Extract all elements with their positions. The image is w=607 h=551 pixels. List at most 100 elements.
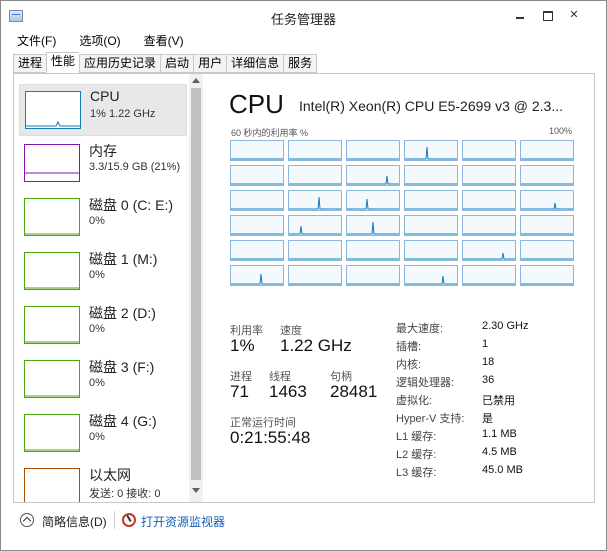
spec-value: 45.0 MB (482, 464, 523, 476)
resource-monitor-icon[interactable] (122, 513, 136, 527)
minimize-button[interactable] (506, 5, 534, 25)
sidebar-item-disk-4[interactable]: 磁盘 4 (G:) 0% (19, 408, 187, 460)
logical-processor-graph (230, 140, 284, 161)
sidebar-thumbnail-graph (24, 306, 80, 344)
footer-divider (114, 511, 115, 529)
spec-label: Hyper-V 支持: (396, 413, 465, 425)
scroll-thumb[interactable] (191, 88, 201, 480)
sidebar-scrollbar[interactable] (189, 74, 203, 502)
title-bar[interactable]: 任务管理器 (1, 1, 606, 33)
sidebar-item-title: 磁盘 1 (M:) (89, 251, 158, 267)
menu-options[interactable]: 选项(O) (63, 33, 127, 51)
sidebar-item-subtitle: 0% (89, 431, 105, 443)
tab-bar: 进程 性能 应用历史记录 启动 用户 详细信息 服务 (13, 52, 318, 73)
tab-details[interactable]: 详细信息 (226, 54, 284, 73)
logical-processor-graph (230, 165, 284, 186)
sidebar-item-ethernet[interactable]: 以太网发送: 0 接收: 0 Kbps (19, 462, 187, 502)
sidebar-item-subtitle: 0% (89, 377, 105, 389)
spec-value: 是 (482, 413, 493, 425)
spec-value: 2.30 GHz (482, 320, 529, 332)
utilization-value: 1% (230, 336, 255, 355)
sidebar-item-disk-3[interactable]: 磁盘 3 (F:) 0% (19, 354, 187, 406)
tab-services[interactable]: 服务 (283, 54, 318, 73)
spec-label: 逻辑处理器: (396, 377, 455, 389)
spec-label: 内核: (396, 359, 422, 371)
tab-startup[interactable]: 启动 (160, 54, 194, 73)
threads-value: 1463 (269, 382, 307, 401)
menu-bar: 文件(F) 选项(O) 查看(V) (1, 33, 191, 51)
footer-bar: 简略信息(D) 打开资源监视器 (1, 506, 606, 536)
resource-sidebar: CPU 1% 1.22 GHz 内存 3.3/15.9 GB (21%) 磁盘 0 (C… (14, 74, 202, 502)
logical-processor-graph (346, 215, 400, 236)
logical-processor-graph (288, 265, 342, 286)
spec-value: 4.5 MB (482, 446, 517, 458)
logical-processor-graph (404, 140, 458, 161)
logical-processor-graph (520, 165, 574, 186)
chevron-up-icon[interactable] (20, 513, 34, 527)
sidebar-thumbnail-graph (24, 252, 80, 290)
sidebar-thumbnail-graph (24, 360, 80, 398)
logical-processor-graph (520, 240, 574, 261)
processes-value: 71 (230, 382, 249, 401)
sidebar-item-title: 磁盘 4 (G:) (89, 413, 157, 429)
sidebar-item-title: 以太网 (89, 467, 131, 483)
open-resource-monitor-link[interactable]: 打开资源监视器 (141, 513, 225, 530)
logical-processor-graph (462, 190, 516, 211)
logical-processor-graph (404, 215, 458, 236)
fewer-details-button[interactable]: 简略信息(D) (42, 513, 107, 530)
sidebar-item-subtitle: 1% 1.22 GHz (90, 108, 156, 120)
logical-processor-graphs (230, 140, 577, 292)
handles-value: 28481 (330, 382, 378, 401)
spec-value: 1.1 MB (482, 428, 517, 440)
spec-value: 36 (482, 374, 495, 386)
logical-processor-graph (404, 240, 458, 261)
close-button[interactable] (560, 5, 588, 25)
spec-label: 最大速度: (396, 323, 444, 335)
sidebar-item-subtitle: 0% (89, 215, 105, 227)
logical-processor-graph (288, 190, 342, 211)
speed-value: 1.22 GHz (280, 336, 352, 355)
tab-performance[interactable]: 性能 (46, 52, 80, 73)
logical-processor-graph (288, 140, 342, 161)
sidebar-item-disk-0[interactable]: 磁盘 0 (C: E:) 0% (19, 192, 187, 244)
logical-processor-graph (404, 265, 458, 286)
spec-value: 18 (482, 356, 495, 368)
logical-processor-graph (230, 190, 284, 211)
uptime-value: 0:21:55:48 (230, 428, 311, 447)
logical-processor-graph (346, 240, 400, 261)
logical-processor-graph (520, 190, 574, 211)
sidebar-item-subtitle: 3.3/15.9 GB (21%) (89, 161, 181, 173)
menu-view[interactable]: 查看(V) (128, 33, 191, 51)
maximize-button[interactable] (533, 5, 561, 25)
logical-processor-graph (230, 215, 284, 236)
sidebar-item-memory[interactable]: 内存 3.3/15.9 GB (21%) (19, 138, 187, 190)
scroll-up-arrow-icon[interactable] (192, 78, 200, 83)
sidebar-item-title: 磁盘 2 (D:) (89, 305, 156, 321)
logical-processor-graph (520, 265, 574, 286)
logical-processor-graph (462, 165, 516, 186)
sidebar-thumbnail-graph (24, 198, 80, 236)
sidebar-item-subtitle: 发送: 0 接收: 0 Kbps (89, 488, 161, 502)
graph-label: 60 秒内的利用率 % (231, 128, 309, 138)
tab-users[interactable]: 用户 (193, 54, 227, 73)
cpu-model: Intel(R) Xeon(R) CPU E5-2699 v3 @ 2.3... (299, 98, 563, 114)
logical-processor-graph (462, 215, 516, 236)
sidebar-thumbnail-graph (24, 144, 80, 182)
spec-label: L1 缓存: (396, 431, 437, 443)
sidebar-item-disk-1[interactable]: 磁盘 1 (M:) 0% (19, 246, 187, 298)
sidebar-item-cpu[interactable]: CPU 1% 1.22 GHz (19, 84, 187, 136)
sidebar-item-title: 磁盘 0 (C: E:) (89, 197, 174, 213)
logical-processor-graph (288, 240, 342, 261)
tab-app-history[interactable]: 应用历史记录 (79, 54, 161, 73)
spec-label: 插槽: (396, 341, 422, 353)
menu-file[interactable]: 文件(F) (1, 33, 63, 51)
sidebar-item-disk-2[interactable]: 磁盘 2 (D:) 0% (19, 300, 187, 352)
logical-processor-graph (230, 265, 284, 286)
spec-label: L3 缓存: (396, 467, 437, 479)
scroll-down-arrow-icon[interactable] (192, 488, 200, 493)
spec-label: 虚拟化: (396, 395, 433, 407)
logical-processor-graph (288, 165, 342, 186)
logical-processor-graph (520, 140, 574, 161)
sidebar-thumbnail-graph (25, 91, 81, 129)
tab-processes[interactable]: 进程 (13, 54, 47, 73)
